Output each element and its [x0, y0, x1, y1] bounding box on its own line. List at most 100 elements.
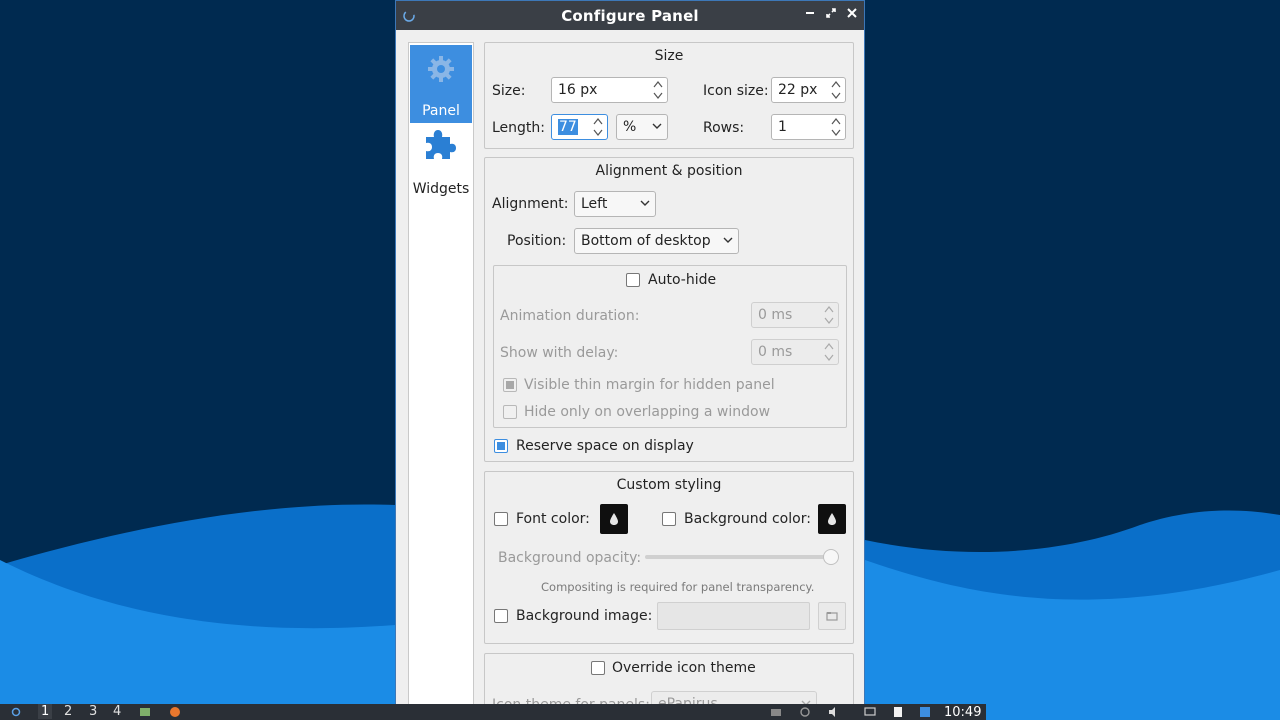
position-combo[interactable]: Bottom of desktop [574, 228, 739, 254]
override-icon-theme-checkbox[interactable] [591, 661, 605, 675]
spin-arrows-icon [824, 306, 834, 324]
icon-size-spinbox[interactable]: 22 px [771, 77, 846, 103]
workspace-2[interactable]: 2 [64, 704, 72, 719]
close-icon [847, 8, 857, 18]
sidebar-item-panel[interactable]: Panel [410, 45, 472, 123]
close-button[interactable] [843, 6, 861, 24]
size-spinbox[interactable]: 16 px [551, 77, 668, 103]
size-value: 16 px [558, 82, 598, 98]
animation-duration-spinbox[interactable]: 0 ms [751, 302, 839, 328]
display-icon[interactable] [864, 706, 876, 718]
chevron-down-icon [640, 200, 650, 206]
length-value-wrap: 77 [558, 119, 578, 135]
rows-label: Rows: [703, 120, 745, 136]
group-title: Size [654, 48, 684, 64]
clock[interactable]: 10:49 [944, 705, 981, 720]
puzzle-icon [426, 130, 456, 159]
maximize-button[interactable] [822, 6, 840, 24]
sidebar-item-widgets[interactable]: Widgets [410, 123, 472, 201]
background-image-checkbox[interactable] [494, 609, 508, 623]
background-color-button[interactable] [818, 504, 846, 534]
volume-icon[interactable] [828, 706, 840, 718]
icon-theme-combo[interactable]: ePapirus [651, 691, 817, 704]
reserve-space-checkbox[interactable] [494, 439, 508, 453]
thin-margin-checkbox[interactable] [503, 378, 517, 392]
alignment-combo[interactable]: Left [574, 191, 656, 217]
background-image-field[interactable] [657, 602, 810, 630]
icon-theme-group: Override icon theme Icon theme for panel… [484, 653, 854, 704]
length-spinbox[interactable]: 77 [551, 114, 608, 140]
font-color-checkbox[interactable] [494, 512, 508, 526]
spin-arrows-icon [593, 118, 603, 136]
sidebar-item-label: Widgets [412, 181, 470, 197]
custom-styling-group: Custom styling Font color: Background co… [484, 471, 854, 644]
gear-icon [428, 56, 454, 82]
autohide-box: Auto-hide Animation duration: 0 ms Show … [493, 265, 847, 428]
show-delay-label: Show with delay: [500, 345, 619, 361]
alignment-position-group: Alignment & position Alignment: Left Pos… [484, 157, 854, 462]
show-delay-value: 0 ms [758, 344, 793, 360]
configure-panel-window: Configure Panel Panel Widgets Size Size:… [395, 0, 865, 705]
font-color-label: Font color: [516, 511, 590, 527]
length-unit-combo[interactable]: % [616, 114, 668, 140]
titlebar[interactable]: Configure Panel [396, 1, 864, 30]
sidebar: Panel Widgets [408, 42, 474, 704]
droplet-icon [610, 513, 618, 525]
firefox-icon[interactable] [169, 706, 181, 718]
overlap-label: Hide only on overlapping a window [524, 404, 771, 420]
group-title: Custom styling [616, 477, 722, 493]
spin-arrows-icon [653, 81, 663, 99]
icon-size-label: Icon size: [703, 83, 769, 99]
background-image-label: Background image: [516, 608, 653, 624]
group-title: Alignment & position [595, 163, 743, 179]
window-title: Configure Panel [561, 7, 699, 25]
show-delay-spinbox[interactable]: 0 ms [751, 339, 839, 365]
start-menu-icon[interactable] [11, 707, 21, 717]
autohide-checkbox[interactable] [626, 273, 640, 287]
minimize-icon [806, 12, 814, 14]
spin-arrows-icon [824, 343, 834, 361]
workspace-3[interactable]: 3 [89, 704, 97, 719]
autohide-label: Auto-hide [648, 272, 717, 288]
show-desktop-icon[interactable] [919, 706, 931, 718]
background-color-checkbox[interactable] [662, 512, 676, 526]
network-icon[interactable] [799, 706, 811, 718]
background-image-browse-button[interactable] [818, 602, 846, 630]
maximize-icon [826, 8, 836, 18]
override-icon-theme-label: Override icon theme [612, 660, 756, 676]
animation-duration-label: Animation duration: [500, 308, 640, 324]
droplet-icon [828, 513, 836, 525]
length-label: Length: [492, 120, 546, 136]
font-color-button[interactable] [600, 504, 628, 534]
file-manager-icon[interactable] [139, 706, 151, 718]
background-opacity-label: Background opacity: [498, 550, 642, 566]
chevron-down-icon [652, 123, 662, 129]
position-value: Bottom of desktop [581, 233, 711, 249]
folder-icon [826, 612, 838, 621]
alignment-label: Alignment: [492, 196, 569, 212]
reserve-space-label: Reserve space on display [516, 438, 694, 454]
background-color-label: Background color: [684, 511, 811, 527]
chevron-down-icon [723, 237, 733, 243]
spin-arrows-icon [831, 118, 841, 136]
length-value: 77 [558, 119, 578, 135]
spin-arrows-icon [831, 81, 841, 99]
overlap-checkbox[interactable] [503, 405, 517, 419]
alignment-value: Left [581, 196, 608, 212]
opacity-slider-handle[interactable] [823, 549, 839, 565]
taskbar: 1 2 3 4 10:49 [0, 704, 986, 720]
animation-duration-value: 0 ms [758, 307, 793, 323]
length-unit-value: % [623, 119, 637, 135]
notes-icon[interactable] [892, 706, 904, 718]
sidebar-item-label: Panel [422, 103, 460, 119]
position-label: Position: [507, 233, 567, 249]
keyboard-icon[interactable] [770, 706, 782, 718]
thin-margin-label: Visible thin margin for hidden panel [524, 377, 775, 393]
minimize-button[interactable] [801, 6, 819, 24]
workspace-4[interactable]: 4 [113, 704, 121, 719]
rows-spinbox[interactable]: 1 [771, 114, 846, 140]
compositing-note: Compositing is required for panel transp… [541, 580, 815, 594]
workspace-1[interactable]: 1 [38, 704, 53, 719]
opacity-slider-track[interactable] [645, 555, 838, 559]
size-group: Size Size: 16 px Icon size: 22 px Length… [484, 42, 854, 149]
